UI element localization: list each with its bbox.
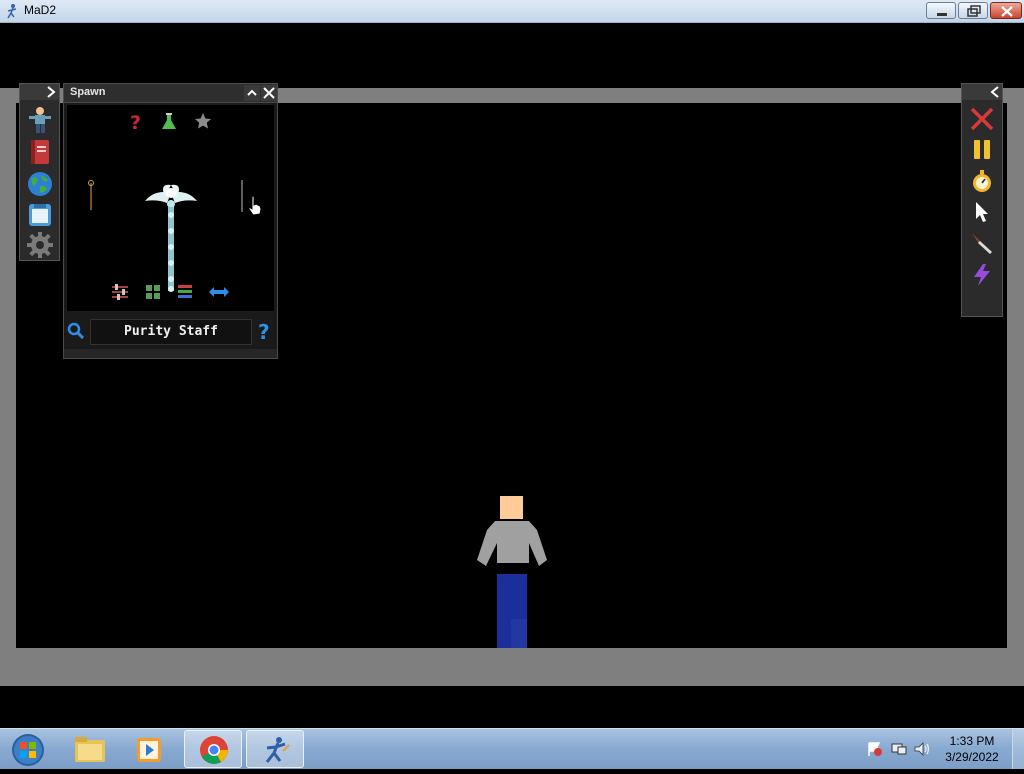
window-title: MaD2 xyxy=(24,3,57,17)
spawn-panel-header: Spawn xyxy=(64,84,277,103)
random-question-icon[interactable]: ? xyxy=(127,111,145,133)
chevron-up-icon xyxy=(247,89,257,96)
spawn-preview[interactable]: ? xyxy=(67,105,274,311)
flask-icon[interactable] xyxy=(160,113,178,131)
character-icon[interactable] xyxy=(26,106,54,134)
clock-date: 3/29/2022 xyxy=(945,750,999,764)
globe-icon[interactable] xyxy=(26,170,54,198)
help-icon[interactable]: ? xyxy=(256,320,274,342)
mad2-icon xyxy=(265,737,290,763)
left-toolbar-header xyxy=(20,84,59,100)
next-item-preview[interactable] xyxy=(239,179,245,213)
book-icon[interactable] xyxy=(26,138,54,166)
media-player-icon xyxy=(137,738,161,762)
previous-item-preview[interactable] xyxy=(87,179,95,211)
taskbar-media-player[interactable] xyxy=(120,730,178,768)
svg-text:?: ? xyxy=(130,112,141,133)
window-title-bar: MaD2 xyxy=(0,0,1024,23)
folder-icon xyxy=(75,737,105,762)
volume-icon[interactable] xyxy=(913,741,931,757)
clock-time: 1:33 PM xyxy=(949,734,995,748)
hand-cursor-icon xyxy=(248,195,262,216)
collapse-button[interactable] xyxy=(244,85,260,101)
restore-button[interactable] xyxy=(958,2,988,19)
app-icon xyxy=(7,4,17,19)
network-icon[interactable] xyxy=(890,741,908,757)
save-icon[interactable] xyxy=(26,201,54,229)
spawn-panel: Spawn ? Purity Staff ? xyxy=(63,83,278,359)
list-view-icon[interactable] xyxy=(176,283,194,301)
svg-text:?: ? xyxy=(258,320,270,342)
delete-x-icon[interactable] xyxy=(969,106,995,132)
show-desktop-button[interactable] xyxy=(1012,729,1024,769)
item-name-field[interactable]: Purity Staff xyxy=(90,319,252,345)
close-window-button[interactable] xyxy=(990,2,1022,19)
collapse-arrow-icon[interactable] xyxy=(990,86,1000,98)
right-toolbar-header xyxy=(962,84,1002,100)
spawn-panel-title: Spawn xyxy=(70,86,106,98)
swap-arrows-icon[interactable] xyxy=(208,285,230,299)
pause-icon[interactable] xyxy=(969,137,995,163)
right-toolbar xyxy=(961,83,1003,317)
knife-icon[interactable] xyxy=(969,230,995,256)
search-icon[interactable] xyxy=(67,322,85,340)
taskbar-mad2[interactable] xyxy=(246,730,304,768)
lightning-icon[interactable] xyxy=(969,262,995,288)
left-toolbar xyxy=(19,83,60,261)
taskbar-chrome[interactable] xyxy=(184,730,242,768)
taskbar: 1:33 PM 3/29/2022 xyxy=(0,728,1024,769)
sliders-icon[interactable] xyxy=(110,283,130,301)
close-panel-button[interactable] xyxy=(261,85,277,101)
grid-view-icon[interactable] xyxy=(144,283,162,301)
spawn-panel-bottom-strip xyxy=(64,349,277,358)
minimize-button[interactable] xyxy=(926,2,956,19)
chrome-icon xyxy=(200,736,228,764)
gear-icon[interactable] xyxy=(26,231,54,259)
ragdoll-character[interactable] xyxy=(471,488,561,648)
spawn-footer: Purity Staff ? xyxy=(64,316,277,346)
taskbar-explorer[interactable] xyxy=(60,730,118,768)
action-center-flag-icon[interactable] xyxy=(866,741,884,757)
purity-staff-preview xyxy=(145,184,197,292)
close-icon xyxy=(263,87,275,99)
tray-clock[interactable]: 1:33 PM 3/29/2022 xyxy=(940,733,1004,765)
expand-arrow-icon[interactable] xyxy=(46,86,56,98)
start-button[interactable] xyxy=(2,730,52,768)
pointer-icon[interactable] xyxy=(969,199,995,225)
star-icon[interactable] xyxy=(194,112,212,130)
stopwatch-icon[interactable] xyxy=(969,168,995,194)
